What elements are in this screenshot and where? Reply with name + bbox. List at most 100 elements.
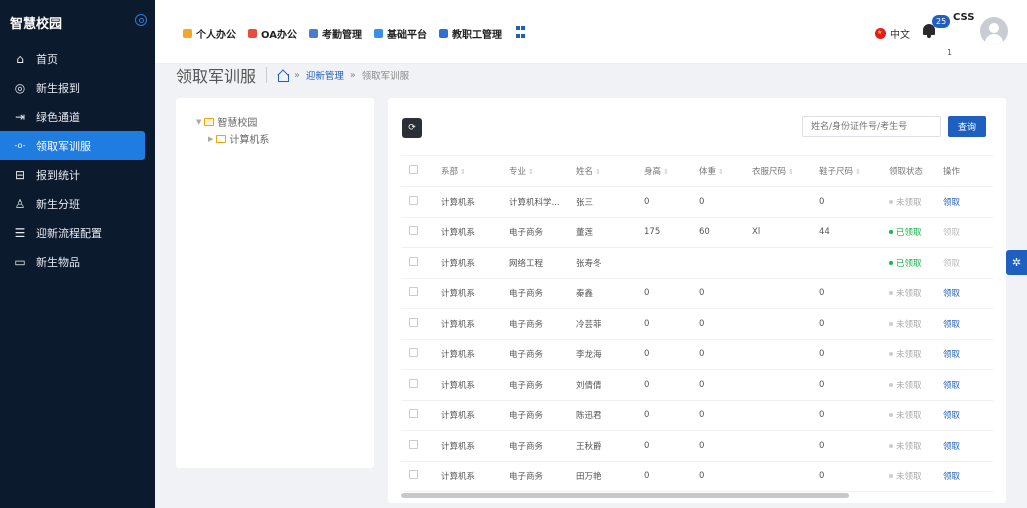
row-checkbox[interactable]	[409, 439, 418, 449]
row-checkbox[interactable]	[409, 378, 418, 388]
sort-icon[interactable]: ⇕	[788, 168, 794, 176]
cell-dept: 计算机系	[433, 400, 501, 431]
cell-status: 已领取	[881, 217, 935, 248]
cell-dept: 计算机系	[433, 430, 501, 462]
collapse-icon[interactable]	[135, 14, 147, 26]
row-checkbox[interactable]	[409, 470, 418, 480]
row-checkbox[interactable]	[409, 195, 418, 205]
avatar[interactable]	[980, 17, 1008, 45]
column-header-3[interactable]: 身高 ⇕	[636, 155, 691, 187]
org-tree: ▼ 智慧校园 ▶ 计算机系	[176, 98, 374, 468]
column-header-label: 衣服尺码	[752, 167, 787, 177]
cell-height: 0	[636, 308, 691, 340]
sort-icon[interactable]: ⇕	[528, 168, 534, 176]
status-label: 未领取	[896, 197, 922, 208]
column-header-label: 操作	[943, 167, 961, 177]
sidebar-item-5[interactable]: ♙ 新生分班	[0, 189, 155, 218]
cell-cloth	[744, 461, 811, 492]
row-checkbox[interactable]	[409, 287, 418, 297]
top-nav-item-0[interactable]: 个人办公	[183, 26, 236, 41]
sort-icon[interactable]: ⇕	[595, 168, 601, 176]
refresh-button[interactable]: ⟳	[402, 118, 422, 138]
row-checkbox[interactable]	[409, 256, 418, 266]
receive-button[interactable]: 领取	[943, 472, 960, 482]
row-checkbox[interactable]	[409, 348, 418, 358]
receive-button[interactable]: 领取	[943, 198, 960, 208]
search-input[interactable]	[802, 116, 941, 137]
cell-major: 电子商务	[501, 217, 568, 248]
receive-button[interactable]: 领取	[943, 442, 960, 452]
cell-major: 电子商务	[501, 339, 568, 370]
status-badge: 未领取	[889, 409, 922, 421]
cell-shoe: 0	[811, 369, 881, 401]
cell-action: 领取	[935, 430, 993, 462]
sort-icon[interactable]: ⇕	[460, 168, 466, 176]
cell-name: 王秋爵	[568, 430, 636, 462]
target-icon: ◎	[14, 80, 26, 95]
cell-action: 领取	[935, 308, 993, 340]
apps-grid-icon[interactable]	[515, 26, 525, 41]
receive-button[interactable]: 领取	[943, 289, 960, 299]
sort-icon[interactable]: ⇕	[663, 168, 669, 176]
row-checkbox[interactable]	[409, 409, 418, 419]
breadcrumb-parent[interactable]: 迎新管理	[306, 68, 344, 82]
receive-button[interactable]: 领取	[943, 381, 960, 391]
receive-button[interactable]: 领取	[943, 411, 960, 421]
cell-shoe: 0	[811, 186, 881, 218]
column-header-4[interactable]: 体重 ⇕	[691, 155, 744, 187]
cell-action: 领取	[935, 217, 993, 248]
cell-height: 0	[636, 186, 691, 218]
top-nav-item-3[interactable]: 基础平台	[373, 26, 427, 41]
language-switch[interactable]: 中文	[875, 26, 910, 41]
row-checkbox[interactable]	[409, 226, 418, 236]
column-header-5[interactable]: 衣服尺码 ⇕	[744, 155, 811, 187]
cell-name: 刘倩倩	[568, 369, 636, 401]
top-nav-item-4[interactable]: 教职工管理	[438, 26, 502, 41]
row-select-cell	[401, 217, 433, 248]
sort-icon[interactable]: ⇕	[855, 168, 861, 176]
column-header-1[interactable]: 专业 ⇕	[501, 155, 568, 187]
cell-name: 冷芸菲	[568, 308, 636, 340]
caret-right-icon[interactable]: ▶	[208, 135, 213, 143]
cell-weight: 0	[691, 339, 744, 370]
column-header-6[interactable]: 鞋子尺码 ⇕	[811, 155, 881, 187]
sidebar-item-2[interactable]: ⇥ 绿色通道	[0, 102, 155, 131]
caret-down-icon[interactable]: ▼	[196, 118, 201, 126]
sidebar-item-6[interactable]: ☰ 迎新流程配置	[0, 218, 155, 247]
receive-button[interactable]: 领取	[943, 320, 960, 330]
sidebar-item-7[interactable]: ▭ 新生物品	[0, 247, 155, 276]
settings-button[interactable]: ✲	[1006, 250, 1027, 275]
sidebar-item-0[interactable]: ⌂ 首页	[0, 44, 155, 73]
column-header-0[interactable]: 系部 ⇕	[433, 155, 501, 187]
module-icon	[373, 29, 383, 38]
receive-button[interactable]: 领取	[943, 350, 960, 360]
top-nav-item-1[interactable]: OA办公	[248, 26, 297, 41]
home-icon[interactable]	[277, 70, 290, 82]
horizontal-scrollbar[interactable]	[401, 493, 849, 498]
sidebar-item-3[interactable]: -o- 领取军训服	[0, 131, 145, 160]
inbox-icon: ⊟	[14, 167, 26, 182]
column-header-2[interactable]: 姓名 ⇕	[568, 155, 636, 187]
tree-node-child[interactable]: ▶ 计算机系	[208, 131, 269, 147]
sidebar-item-label: 绿色通道	[36, 110, 80, 124]
query-button[interactable]: 查询	[948, 116, 986, 137]
module-icon	[308, 29, 318, 38]
status-badge: 未领取	[889, 440, 922, 452]
status-dot-icon	[889, 199, 893, 204]
select-all-checkbox[interactable]	[409, 165, 418, 174]
receive-button: 领取	[943, 258, 961, 269]
cell-name: 张寿冬	[568, 247, 636, 279]
user-name[interactable]: CSS	[953, 12, 974, 23]
cell-dept: 计算机系	[433, 186, 501, 218]
sort-icon[interactable]: ⇕	[718, 168, 724, 176]
top-nav-item-2[interactable]: 考勤管理	[308, 26, 362, 41]
sidebar-item-1[interactable]: ◎ 新生报到	[0, 73, 155, 102]
refresh-icon: ⟳	[408, 123, 416, 133]
tree-node-root[interactable]: ▼ 智慧校园	[196, 114, 257, 130]
page-title: 领取军训服	[176, 67, 257, 86]
sidebar-item-4[interactable]: ⊟ 报到统计	[0, 160, 155, 189]
row-select-cell	[401, 247, 433, 279]
table-header-row: 系部 ⇕ 专业 ⇕ 姓名 ⇕ 身高 ⇕ 体重 ⇕ 衣服尺码 ⇕ 鞋子尺码 ⇕ 领取状态 操作	[401, 155, 993, 187]
row-checkbox[interactable]	[409, 317, 418, 327]
top-bar: 个人办公 OA办公 考勤管理 基础平台 教职工管理 中文 25 CSS 1	[155, 0, 1027, 64]
